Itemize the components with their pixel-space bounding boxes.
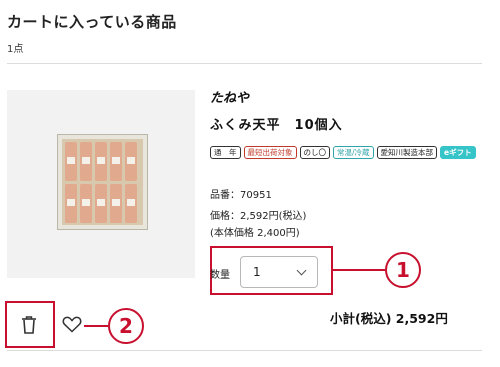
callout-2-badge: 2 xyxy=(108,308,144,344)
heart-icon[interactable] xyxy=(62,316,82,337)
callout-1-line xyxy=(333,269,385,271)
subtotal: 小計(税込) 2,592円 xyxy=(330,311,448,326)
tag-fast-shipping: 最短出荷対象 xyxy=(243,146,297,159)
tag-season: 通 年 xyxy=(210,146,241,159)
trash-icon[interactable] xyxy=(20,315,38,339)
brand-logo: たねや xyxy=(210,91,250,106)
callout-1-badge: 1 xyxy=(385,252,421,288)
tag-egift: eギフト xyxy=(440,146,476,159)
divider-bottom xyxy=(7,350,482,351)
chevron-down-icon xyxy=(296,265,307,276)
divider-top xyxy=(7,63,482,64)
callout-2-line xyxy=(84,325,108,327)
cart-title: カートに入っている商品 xyxy=(7,13,177,31)
product-sku: 品番：70951 xyxy=(210,190,272,201)
product-price: 価格：2,592円(税込) xyxy=(210,211,307,222)
quantity-label: 数量 xyxy=(210,270,230,281)
product-name[interactable]: ふくみ天平 10個入 xyxy=(210,114,343,133)
cart-item-count: 1点 xyxy=(7,44,24,55)
tag-noshi: のし〇 xyxy=(299,146,330,159)
product-tray xyxy=(62,139,143,225)
tag-factory: 愛知川製造本部 xyxy=(376,146,438,159)
quantity-select[interactable]: 1 xyxy=(240,256,318,288)
product-photo xyxy=(57,134,148,230)
product-tags: 通 年 最短出荷対象 のし〇 常温/冷蔵 愛知川製造本部 eギフト xyxy=(210,146,480,159)
product-base-price: (本体価格 2,400円) xyxy=(210,228,300,239)
tag-temperature: 常温/冷蔵 xyxy=(333,146,374,159)
quantity-value: 1 xyxy=(253,265,261,279)
